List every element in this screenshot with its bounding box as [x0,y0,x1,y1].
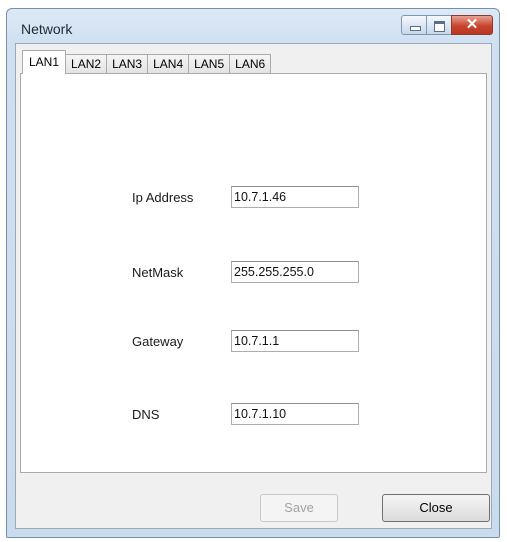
tab-lan5[interactable]: LAN5 [188,54,231,74]
tab-page-lan1: Ip Address 10.7.1.46 NetMask 255.255.255… [20,73,487,473]
tab-lan2[interactable]: LAN2 [65,54,108,74]
minimize-button[interactable] [401,15,427,35]
dns-label: DNS [132,407,160,422]
gateway-input[interactable]: 10.7.1.1 [231,330,359,352]
network-window: Network ✕ LAN1 LAN2 LAN3 LAN4 LAN5 LAN6 … [6,8,500,538]
close-window-button[interactable]: ✕ [451,15,493,35]
close-icon: ✕ [465,16,479,33]
title-bar[interactable]: Network ✕ [7,9,499,43]
minimize-icon [410,26,421,31]
tab-lan3[interactable]: LAN3 [106,54,149,74]
client-area: LAN1 LAN2 LAN3 LAN4 LAN5 LAN6 Ip Address… [15,43,492,529]
dns-input[interactable]: 10.7.1.10 [231,403,359,425]
tab-lan6[interactable]: LAN6 [229,54,272,74]
maximize-icon [434,21,445,32]
save-button[interactable]: Save [260,494,338,522]
close-button[interactable]: Close [382,494,490,522]
tab-lan1[interactable]: LAN1 [22,50,67,74]
tab-lan4[interactable]: LAN4 [147,54,190,74]
ip-address-label: Ip Address [132,190,194,205]
tab-strip: LAN1 LAN2 LAN3 LAN4 LAN5 LAN6 [22,48,272,74]
netmask-input[interactable]: 255.255.255.0 [231,261,359,283]
netmask-label: NetMask [132,265,184,280]
gateway-label: Gateway [132,334,184,349]
ip-address-input[interactable]: 10.7.1.46 [231,186,359,208]
maximize-button[interactable] [426,15,452,35]
caption-buttons: ✕ [401,15,493,35]
window-title: Network [21,21,73,37]
